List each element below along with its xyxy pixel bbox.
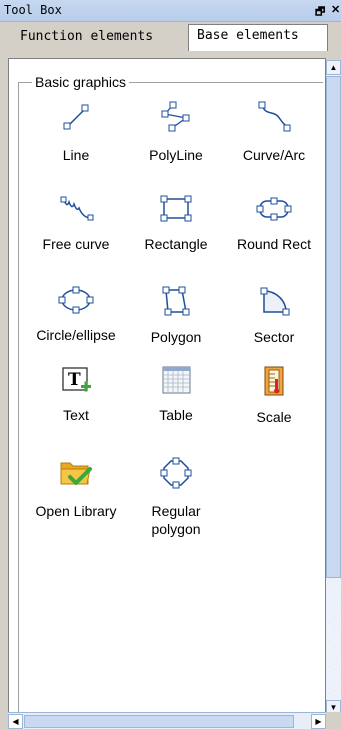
tool-label: Circle/ellipse	[36, 327, 116, 343]
vertical-scrollbar[interactable]: ▲ ▼	[326, 60, 341, 715]
tool-label: Scale	[256, 409, 292, 425]
tool-label: Polygon	[150, 329, 202, 345]
vertical-scroll-thumb[interactable]	[326, 76, 341, 578]
table-icon	[162, 366, 191, 394]
scroll-left-icon[interactable]: ◀	[8, 714, 23, 729]
tool-text[interactable]: T Text	[28, 365, 124, 424]
scroll-right-icon[interactable]: ▶	[311, 714, 326, 729]
scale-icon	[264, 366, 284, 396]
tool-label: Open Library	[35, 503, 117, 519]
toolbox-titlebar: Tool Box 🗗 ✕	[0, 0, 341, 22]
tool-table[interactable]: Table	[128, 365, 224, 424]
scroll-up-icon[interactable]: ▲	[326, 60, 341, 75]
round-rect-icon	[256, 197, 292, 221]
sector-icon	[260, 287, 290, 316]
tab-function-elements[interactable]: Function elements	[2, 26, 188, 50]
tool-label: Free curve	[42, 236, 110, 252]
rectangle-icon	[160, 195, 192, 222]
tool-curve-arc[interactable]: Curve/Arc	[226, 99, 322, 164]
free-curve-icon	[60, 196, 94, 221]
tool-free-curve[interactable]: Free curve	[28, 194, 124, 253]
tool-label: Rectangle	[144, 236, 208, 252]
tool-label: Curve/Arc	[242, 147, 306, 163]
window-title: Tool Box	[4, 3, 62, 17]
horizontal-scroll-thumb[interactable]	[24, 715, 294, 728]
tool-label: Sector	[253, 329, 295, 345]
polyline-icon	[161, 101, 190, 132]
tool-label: Line	[62, 147, 90, 163]
text-icon: T	[62, 367, 91, 392]
line-icon	[63, 104, 89, 130]
tool-polygon[interactable]: Polygon	[128, 285, 224, 346]
tool-open-library[interactable]: Open Library	[28, 455, 124, 520]
tool-polyline[interactable]: PolyLine	[128, 99, 224, 164]
tool-label: Text	[63, 407, 89, 423]
tab-base-elements[interactable]: Base elements	[188, 24, 328, 51]
tool-label: Regular polygon	[151, 503, 201, 537]
tool-label: PolyLine	[149, 147, 203, 163]
tool-line[interactable]: Line	[28, 99, 124, 164]
tool-round-rect[interactable]: Round Rect	[226, 194, 322, 253]
tool-rectangle[interactable]: Rectangle	[128, 194, 224, 253]
circle-ellipse-icon	[58, 286, 94, 314]
close-icon[interactable]: ✕	[331, 3, 340, 16]
svg-text:T: T	[68, 370, 81, 390]
regular-polygon-icon	[160, 457, 192, 489]
tool-scale[interactable]: Scale	[226, 365, 322, 426]
tool-sector[interactable]: Sector	[226, 285, 322, 346]
tab-strip: Function elements Base elements	[0, 22, 341, 58]
tool-label: Round Rect	[237, 236, 311, 252]
tool-circle-ellipse[interactable]: Circle/ellipse	[28, 285, 124, 344]
horizontal-scrollbar[interactable]: ◀ ▶	[8, 712, 326, 729]
tool-label: Table	[159, 407, 193, 423]
scroll-corner	[326, 712, 341, 729]
group-label: Basic graphics	[32, 74, 130, 90]
polygon-icon	[162, 286, 190, 316]
curve-arc-icon	[258, 101, 291, 132]
open-library-icon	[60, 462, 92, 485]
tool-regular-polygon[interactable]: Regular polygon	[128, 455, 224, 538]
pin-icon[interactable]: 🗗	[315, 3, 325, 22]
